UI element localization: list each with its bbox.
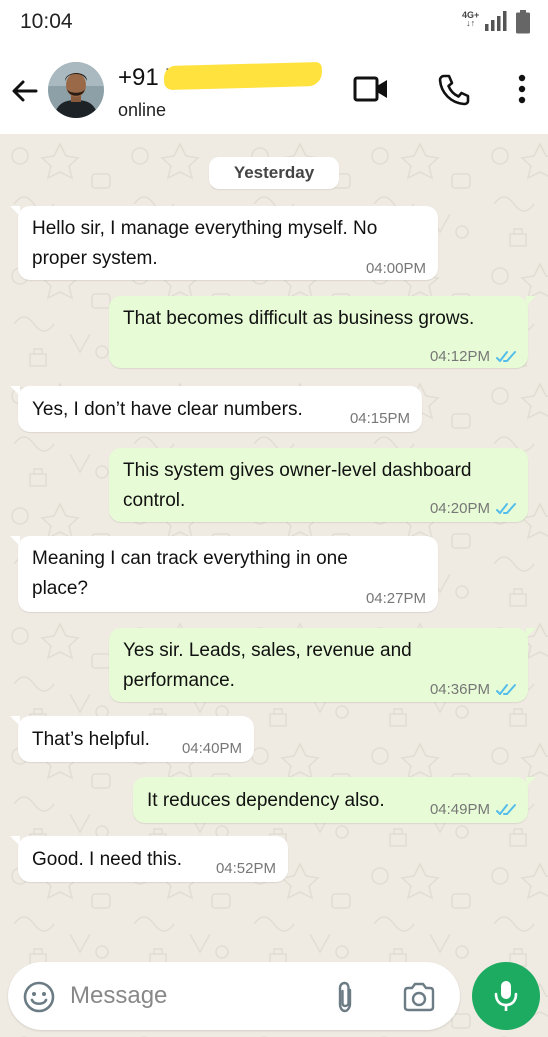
message-text: Yes, I don’t have clear numbers. [32, 395, 303, 425]
message-line: Good. I need this. [32, 849, 182, 870]
message-outgoing[interactable]: This system gives owner-level dashboard … [109, 448, 528, 522]
phone-icon[interactable] [436, 72, 472, 108]
message-line: Yes, I don’t have clear numbers. [32, 399, 303, 420]
double-check-icon [496, 804, 516, 815]
contact-status: online [118, 100, 167, 120]
message-line: That’s helpful. [32, 729, 150, 750]
message-incoming[interactable]: Hello sir, I manage everything myself. N… [10, 206, 438, 280]
message-time: 04:49PM [429, 801, 490, 818]
message-incoming[interactable]: Meaning I can track everything in one pl… [10, 536, 438, 612]
message-input[interactable] [70, 978, 320, 1014]
avatar-photo [48, 62, 104, 118]
message-incoming[interactable]: That’s helpful. 04:40PM [10, 716, 254, 762]
bubble-tail [526, 777, 536, 787]
message-line: proper system. [32, 248, 158, 269]
message-outgoing[interactable]: It reduces dependency also. 04:49PM [133, 777, 536, 823]
message-time: 04:36PM [429, 681, 490, 698]
message-time: 04:15PM [349, 410, 410, 427]
message-composer [8, 962, 460, 1030]
message-text: Good. I need this. [32, 845, 182, 875]
message-line: That becomes difficult as business grows… [123, 308, 475, 329]
status-time: 10:04 [20, 10, 73, 33]
message-time: 04:20PM [429, 500, 490, 517]
message-time: 04:27PM [365, 590, 426, 607]
arrow-left-icon[interactable] [8, 74, 42, 108]
bubble-tail [526, 296, 536, 306]
message-text: Hello sir, I manage everything myself. N… [32, 214, 377, 274]
message-text: It reduces dependency also. [147, 786, 385, 816]
message-incoming[interactable]: Yes, I don’t have clear numbers. 04:15PM [10, 386, 422, 432]
camera-icon[interactable] [402, 982, 436, 1012]
message-line: Hello sir, I manage everything myself. N… [32, 218, 378, 239]
more-vertical-icon[interactable] [516, 72, 528, 108]
message-text: Yes sir. Leads, sales, revenue and perfo… [123, 636, 412, 696]
bubble-tail [10, 836, 20, 846]
signal-icon [485, 11, 507, 31]
message-time: 04:12PM [429, 348, 490, 365]
double-check-icon [496, 351, 516, 362]
message-outgoing[interactable]: That becomes difficult as business grows… [109, 296, 536, 368]
network-type-label: 4G+ ↓↑ [462, 11, 479, 28]
emoji-icon[interactable] [22, 980, 56, 1014]
contact-name-area[interactable]: +91 7 98 [118, 61, 328, 96]
mic-button[interactable] [472, 962, 540, 1030]
message-time: 04:00PM [365, 260, 426, 277]
bubble-tail [10, 206, 20, 216]
battery-icon [516, 10, 530, 34]
bubble-tail [10, 386, 20, 396]
message-line: This system gives owner-level dashboard [123, 460, 472, 481]
message-line: Yes sir. Leads, sales, revenue and [123, 640, 412, 661]
message-incoming[interactable]: Good. I need this. 04:52PM [10, 836, 288, 882]
message-line: It reduces dependency also. [147, 790, 385, 811]
avatar[interactable] [48, 62, 104, 118]
bubble-tail [10, 716, 20, 726]
message-line: performance. [123, 670, 235, 691]
message-text: This system gives owner-level dashboard … [123, 456, 472, 516]
message-text: That becomes difficult as business grows… [123, 304, 474, 334]
date-separator: Yesterday [209, 157, 339, 189]
chat-header: +91 7 98 online [0, 46, 548, 134]
message-time: 04:52PM [215, 860, 276, 877]
double-check-icon [496, 684, 516, 695]
paperclip-icon[interactable] [334, 980, 356, 1014]
bubble-tail [526, 628, 536, 638]
chat-area[interactable]: Yesterday Hello sir, I manage everything… [0, 134, 548, 1037]
message-text: That’s helpful. [32, 725, 150, 755]
message-text: Meaning I can track everything in one pl… [32, 544, 348, 604]
microphone-icon [494, 981, 518, 1011]
message-line: place? [32, 578, 88, 599]
network-arrows: ↓↑ [466, 18, 476, 28]
video-camera-icon[interactable] [352, 74, 390, 104]
name-redaction-highlight [163, 61, 323, 91]
status-bar: 10:04 4G+ ↓↑ [0, 0, 548, 46]
message-line: Meaning I can track everything in one [32, 548, 348, 569]
double-check-icon [496, 503, 516, 514]
message-line: control. [123, 490, 186, 511]
message-outgoing[interactable]: Yes sir. Leads, sales, revenue and perfo… [109, 628, 536, 702]
bubble-tail [10, 536, 20, 546]
message-time: 04:40PM [181, 740, 242, 757]
